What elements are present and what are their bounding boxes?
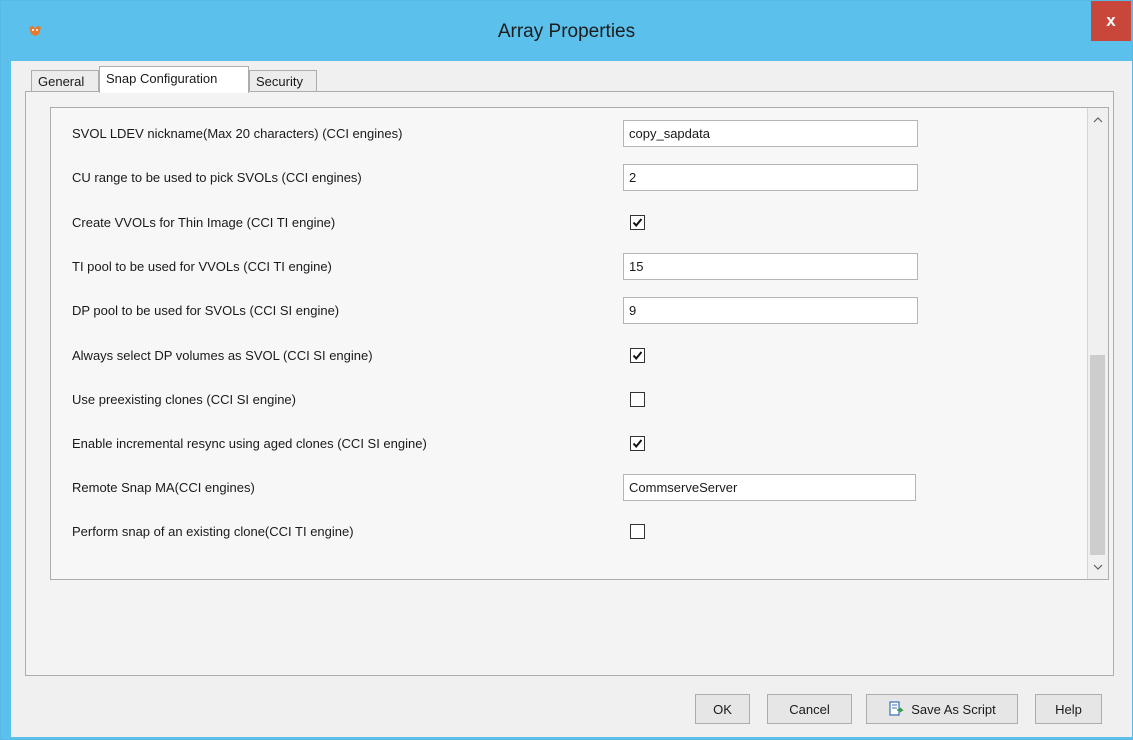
checkmark-icon bbox=[632, 439, 643, 449]
checkmark-icon bbox=[632, 351, 643, 361]
cancel-button-label: Cancel bbox=[789, 701, 830, 717]
remote-snap-ma-input[interactable]: CommserveServer bbox=[623, 474, 916, 501]
vertical-scrollbar[interactable] bbox=[1087, 108, 1108, 579]
ok-button[interactable]: OK bbox=[695, 694, 750, 724]
snap-configuration-panel: SVOL LDEV nickname(Max 20 characters) (C… bbox=[25, 91, 1114, 676]
save-as-script-button[interactable]: Save As Script bbox=[866, 694, 1018, 724]
scroll-up-button[interactable] bbox=[1088, 110, 1108, 130]
cu-range-input[interactable]: 2 bbox=[623, 164, 918, 191]
row-label-always-select-dp: Always select DP volumes as SVOL (CCI SI… bbox=[72, 348, 373, 363]
create-vvols-checkbox[interactable] bbox=[630, 215, 645, 230]
close-button[interactable]: x bbox=[1091, 1, 1131, 41]
row-label-create-vvols: Create VVOLs for Thin Image (CCI TI engi… bbox=[72, 215, 336, 230]
use-preexisting-clones-checkbox[interactable] bbox=[630, 392, 645, 407]
array-properties-window: Array Properties x General Snap Configur… bbox=[0, 0, 1133, 740]
window-title: Array Properties bbox=[497, 21, 636, 42]
dialog-body: General Snap Configuration Security SVOL… bbox=[11, 61, 1132, 737]
row-label-use-preexisting-clones: Use preexisting clones (CCI SI engine) bbox=[72, 392, 296, 407]
row-label-remote-snap-ma: Remote Snap MA(CCI engines) bbox=[72, 480, 255, 495]
tab-general[interactable]: General bbox=[31, 70, 99, 92]
checkmark-icon bbox=[632, 218, 643, 228]
snap-existing-clone-checkbox[interactable] bbox=[630, 524, 645, 539]
save-as-script-label: Save As Script bbox=[911, 701, 996, 717]
ok-button-label: OK bbox=[713, 701, 732, 717]
dp-pool-input[interactable]: 9 bbox=[623, 297, 918, 324]
close-icon: x bbox=[1106, 11, 1116, 30]
row-label-svol-nickname: SVOL LDEV nickname(Max 20 characters) (C… bbox=[72, 126, 403, 141]
help-button[interactable]: Help bbox=[1035, 694, 1102, 724]
row-label-snap-existing-clone: Perform snap of an existing clone(CCI TI… bbox=[72, 524, 354, 539]
script-export-icon bbox=[889, 701, 905, 716]
always-select-dp-checkbox[interactable] bbox=[630, 348, 645, 363]
ti-pool-input[interactable]: 15 bbox=[623, 253, 918, 280]
cancel-button[interactable]: Cancel bbox=[767, 694, 852, 724]
row-label-cu-range: CU range to be used to pick SVOLs (CCI e… bbox=[72, 170, 362, 185]
incremental-resync-checkbox[interactable] bbox=[630, 436, 645, 451]
row-label-incremental-resync: Enable incremental resync using aged clo… bbox=[72, 436, 427, 451]
svol-nickname-input[interactable]: copy_sapdata bbox=[623, 120, 918, 147]
row-label-dp-pool: DP pool to be used for SVOLs (CCI SI eng… bbox=[72, 303, 340, 318]
title-bar[interactable]: Array Properties x bbox=[1, 1, 1132, 61]
row-label-ti-pool: TI pool to be used for VVOLs (CCI TI eng… bbox=[72, 259, 332, 274]
chevron-up-icon bbox=[1093, 117, 1103, 123]
tab-snap-configuration[interactable]: Snap Configuration bbox=[99, 66, 249, 93]
help-button-label: Help bbox=[1055, 701, 1082, 717]
chevron-down-icon bbox=[1093, 564, 1103, 570]
scrollbar-thumb[interactable] bbox=[1090, 355, 1105, 555]
scroll-down-button[interactable] bbox=[1088, 557, 1108, 577]
properties-scroll-area[interactable]: SVOL LDEV nickname(Max 20 characters) (C… bbox=[50, 107, 1109, 580]
tab-security[interactable]: Security bbox=[249, 70, 317, 92]
